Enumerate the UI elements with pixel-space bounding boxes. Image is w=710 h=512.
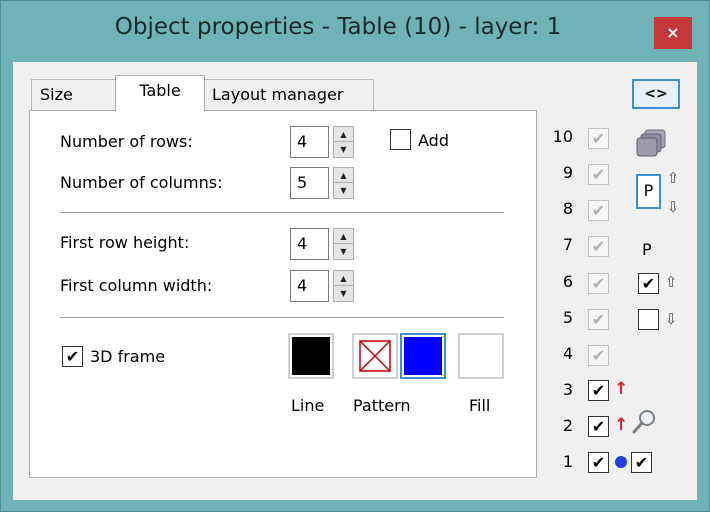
layer-number: 4 — [562, 344, 573, 363]
red-arrow-up-icon[interactable]: ↑ — [614, 417, 628, 434]
arrow-up-icon[interactable]: ⇧ — [664, 275, 678, 290]
layer-number: 2 — [562, 416, 573, 435]
fill-color-swatch[interactable] — [458, 333, 504, 379]
tab-table-label: Table — [139, 81, 181, 100]
pattern-cross-icon — [359, 340, 391, 372]
pattern-label: Pattern — [353, 396, 411, 415]
line-label: Line — [291, 396, 325, 415]
layer-2-checkbox[interactable]: ✔ — [588, 416, 609, 437]
layer-10-checkbox: ✔ — [588, 128, 609, 149]
rows-label: Number of rows: — [60, 132, 193, 151]
tab-layout-manager-label: Layout manager — [212, 85, 344, 104]
table-tab-panel: Number of rows: 4 ▲ ▼ Add Number of colu… — [29, 110, 537, 478]
add-checkbox[interactable] — [390, 129, 411, 150]
blue-dot-icon — [615, 456, 627, 468]
layer-1-checkbox[interactable]: ✔ — [588, 452, 609, 473]
columns-spin-up-icon[interactable]: ▲ — [334, 168, 353, 183]
separator — [60, 317, 504, 318]
fill-color-fill — [462, 337, 500, 375]
line-color-swatch[interactable] — [288, 333, 334, 379]
close-button[interactable]: × — [654, 17, 692, 49]
p-label: P — [642, 240, 652, 259]
first-column-width-input[interactable]: 4 — [290, 270, 329, 302]
first-row-spin-up-icon[interactable]: ▲ — [334, 229, 353, 244]
first-row-height-label: First row height: — [60, 233, 190, 252]
columns-label: Number of columns: — [60, 173, 223, 192]
first-column-width-label: First column width: — [60, 276, 213, 295]
pattern-color-swatch[interactable] — [400, 333, 446, 379]
second-checkbox[interactable] — [638, 309, 659, 330]
print-checkbox[interactable]: ✔ — [638, 273, 659, 294]
layer-6-checkbox: ✔ — [588, 273, 609, 294]
properties-window: Object properties - Table (10) - layer: … — [0, 0, 710, 512]
layer-number: 8 — [562, 199, 573, 218]
frame-3d-label: 3D frame — [90, 347, 166, 366]
layer-9-checkbox: ✔ — [588, 164, 609, 185]
layer-number: 3 — [562, 380, 573, 399]
window-title: Object properties - Table (10) - layer: … — [114, 14, 562, 40]
separator — [60, 212, 504, 213]
title-bar[interactable]: Object properties - Table (10) - layer: … — [1, 1, 709, 63]
layer-number: 1 — [562, 452, 573, 471]
add-label: Add — [418, 131, 449, 150]
pattern-swatch[interactable] — [352, 333, 398, 379]
client-area: Size Table Layout manager Number of rows… — [13, 62, 697, 500]
layer-4-checkbox: ✔ — [588, 345, 609, 366]
tab-size-label: Size — [40, 85, 73, 104]
magnifier-icon[interactable] — [630, 408, 658, 436]
layer-number: 10 — [552, 127, 573, 146]
layer-1-extra-checkbox[interactable]: ✔ — [631, 452, 652, 473]
arrow-down-icon[interactable]: ⇩ — [666, 200, 680, 215]
layers-icon[interactable] — [635, 128, 669, 158]
layer-number: 9 — [562, 163, 573, 182]
columns-input[interactable]: 5 — [290, 167, 329, 199]
code-view-button[interactable]: <> — [632, 79, 680, 109]
first-row-height-input[interactable]: 4 — [290, 228, 329, 260]
rows-spin-up-icon[interactable]: ▲ — [334, 127, 353, 142]
rows-spin-down-icon[interactable]: ▼ — [334, 142, 353, 157]
frame-3d-checkbox[interactable]: ✔ — [62, 346, 83, 367]
arrow-down-icon[interactable]: ⇩ — [664, 312, 678, 327]
print-preview-button[interactable]: P — [636, 174, 661, 209]
rows-spinner[interactable]: ▲ ▼ — [333, 126, 354, 158]
arrow-up-icon[interactable]: ⇧ — [666, 171, 680, 186]
tab-size[interactable]: Size — [31, 79, 119, 110]
layer-number: 5 — [562, 308, 573, 327]
columns-spinner[interactable]: ▲ ▼ — [333, 167, 354, 199]
first-row-spin-down-icon[interactable]: ▼ — [334, 244, 353, 259]
first-column-width-spinner[interactable]: ▲ ▼ — [333, 270, 354, 302]
rows-input[interactable]: 4 — [290, 126, 329, 158]
layer-5-checkbox: ✔ — [588, 309, 609, 330]
layer-number: 7 — [562, 235, 573, 254]
pattern-color-fill — [404, 337, 442, 375]
layer-number: 6 — [562, 272, 573, 291]
tab-layout-manager[interactable]: Layout manager — [203, 79, 374, 110]
first-row-height-spinner[interactable]: ▲ ▼ — [333, 228, 354, 260]
red-arrow-up-icon[interactable]: ↑ — [614, 381, 628, 398]
pattern-none-icon — [356, 337, 394, 375]
fill-label: Fill — [469, 396, 491, 415]
layer-7-checkbox: ✔ — [588, 236, 609, 257]
first-column-spin-up-icon[interactable]: ▲ — [334, 271, 353, 286]
layer-3-checkbox[interactable]: ✔ — [588, 380, 609, 401]
first-column-spin-down-icon[interactable]: ▼ — [334, 286, 353, 301]
columns-spin-down-icon[interactable]: ▼ — [334, 183, 353, 198]
tab-table[interactable]: Table — [115, 75, 205, 112]
line-color-fill — [292, 337, 330, 375]
layer-8-checkbox: ✔ — [588, 200, 609, 221]
